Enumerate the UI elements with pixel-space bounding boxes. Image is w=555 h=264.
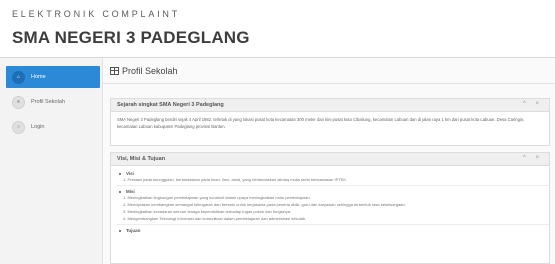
app-subtitle: ELEKTRONIK COMPLAINT — [12, 9, 181, 19]
divider — [117, 185, 549, 186]
login-icon: ○ — [12, 120, 25, 134]
history-panel: Sejarah singkat SMA Negeri 3 Padeglang ^… — [110, 98, 550, 146]
sidebar-item-label: Login — [31, 124, 45, 130]
misi-line: 1. Meningkatkan tingkungan pembelajaran … — [123, 195, 311, 200]
sidebar-item-login[interactable]: ○ Login — [6, 116, 100, 138]
misi-line: 2. Menciptakan kembangkan semangat kebug… — [123, 202, 406, 207]
app-header: ELEKTRONIK COMPLAINT SMA NEGERI 3 PADEGL… — [0, 0, 555, 58]
sidebar: ⌂ Home ≡ Profil Sekolah ○ Login — [0, 58, 103, 264]
tujuan-heading: Tujuan — [119, 228, 549, 233]
page-header: Profil Sekolah — [103, 58, 555, 84]
history-panel-title: Sejarah singkat SMA Negeri 3 Padeglang — [117, 102, 224, 108]
misi-line: 4. Mengembangkan Teknologi informasi dan… — [123, 216, 307, 221]
main-content: Profil Sekolah Sejarah singkat SMA Neger… — [103, 58, 555, 264]
page-title-text: Profil Sekolah — [122, 66, 178, 76]
sidebar-item-label: Profil Sekolah — [31, 99, 65, 105]
misi-line: 3. Meningkatkan kesadaran seluruh tenaga… — [123, 209, 292, 214]
visi-line: 1. Prestasi pada keunggulan, berlandaska… — [123, 177, 347, 182]
panel-collapse-close-icons[interactable]: ^ × — [523, 155, 543, 161]
divider — [117, 224, 549, 225]
panel-collapse-close-icons[interactable]: ^ × — [523, 101, 543, 107]
sidebar-item-profil-sekolah[interactable]: ≡ Profil Sekolah — [6, 91, 100, 113]
page-title: Profil Sekolah — [110, 66, 178, 76]
vision-panel: Visi, Misi & Tujuan ^ × Visi 1. Prestasi… — [110, 152, 550, 264]
vision-panel-header: Visi, Misi & Tujuan ^ × — [111, 153, 549, 166]
app-title: SMA NEGERI 3 PADEGLANG — [12, 28, 250, 47]
history-text: SMA Negeri 3 Padeglang berdiri sejak 4 A… — [117, 117, 525, 129]
vision-panel-title: Visi, Misi & Tujuan — [117, 156, 166, 162]
sidebar-item-label: Home — [31, 74, 46, 80]
history-panel-header: Sejarah singkat SMA Negeri 3 Padeglang ^… — [111, 99, 549, 112]
home-icon: ⌂ — [12, 70, 25, 84]
list-icon: ≡ — [12, 95, 25, 109]
table-icon — [110, 67, 119, 75]
sidebar-item-home[interactable]: ⌂ Home — [6, 66, 100, 88]
